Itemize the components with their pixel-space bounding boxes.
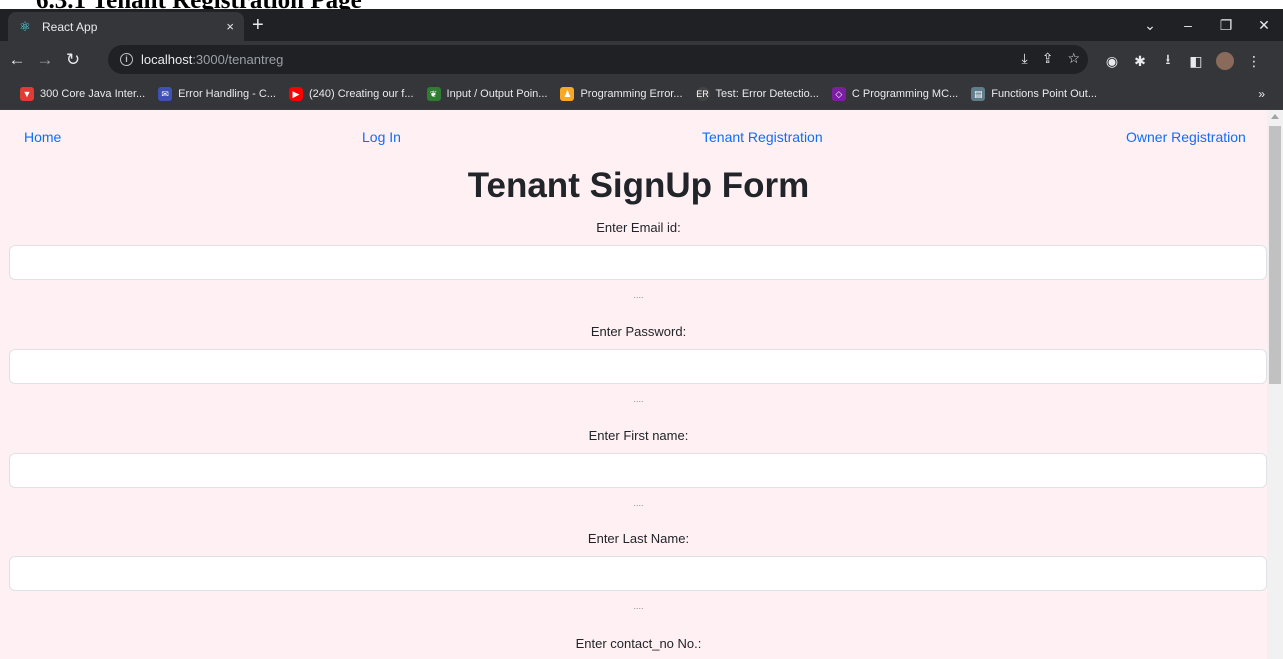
email-hint: .... [633, 290, 644, 300]
bookmark-label: Error Handling - C... [178, 87, 276, 100]
browser-tab[interactable]: ⚛ React App × [8, 12, 244, 41]
site-info-icon[interactable]: i [120, 53, 133, 66]
bookmark-item[interactable]: ♟ Programming Error... [560, 86, 683, 101]
youtube-icon: ▶ [288, 86, 303, 101]
er-icon: ER [695, 86, 710, 101]
bookmark-label: Programming Error... [580, 87, 683, 100]
email-field[interactable] [9, 245, 1267, 280]
address-url: localhost:3000/tenantreg [141, 52, 283, 67]
puzzle-icon[interactable]: ✱ [1132, 53, 1148, 70]
last-name-field[interactable] [9, 556, 1267, 591]
bookmark-label: 300 Core Java Inter... [40, 87, 146, 100]
bookmark-icon: ❦ [426, 86, 441, 101]
bookmark-label: Input / Output Poin... [446, 87, 548, 100]
password-field[interactable] [9, 349, 1267, 384]
tab-search-icon[interactable]: ⌄ [1131, 17, 1169, 34]
forward-arrow-icon[interactable]: → [34, 50, 56, 70]
new-tab-button[interactable]: + [252, 15, 264, 35]
url-host: localhost [141, 52, 193, 67]
document-heading: 6.3.1 Tenant Registration Page [0, 0, 1283, 9]
bookmark-item[interactable]: ✉ Error Handling - C... [158, 86, 276, 101]
page-viewport: Home Log In Tenant Registration Owner Re… [0, 110, 1267, 659]
browser-toolbar: ← → ↻ i localhost:3000/tenantreg ⤓ ⇪ ☆ ◉… [0, 41, 1283, 78]
url-path: :3000/tenantreg [192, 52, 284, 67]
extension-g-icon[interactable]: ◉ [1104, 53, 1120, 70]
bookmark-icon: ✉ [158, 86, 173, 101]
password-hint: .... [633, 394, 644, 404]
last-name-label: Enter Last Name: [587, 531, 690, 546]
close-tab-icon[interactable]: × [226, 19, 234, 34]
nav-link-tenant-registration[interactable]: Tenant Registration [702, 129, 823, 145]
tab-title: React App [42, 19, 98, 34]
install-app-icon[interactable]: ⤓ [1022, 50, 1028, 67]
bookmarks-bar: ▼ 300 Core Java Inter... ✉ Error Handling … [0, 78, 1283, 110]
bookmarks-overflow-icon[interactable]: » [1258, 87, 1265, 101]
react-icon: ⚛ [19, 18, 31, 34]
scrollbar-thumb[interactable] [1269, 126, 1281, 384]
bookmark-icon: ▤ [971, 86, 986, 101]
bookmark-icon: ▼ [20, 86, 34, 101]
address-bar[interactable]: i localhost:3000/tenantreg ⤓ ⇪ ☆ [108, 45, 1088, 74]
first-name-hint: .... [633, 498, 644, 508]
bookmark-item[interactable]: ◇ C Programming MC... [831, 86, 959, 101]
window-controls: ⌄ – ❐ ✕ [1131, 9, 1283, 41]
bookmark-icon: ◇ [831, 86, 846, 101]
minimize-icon[interactable]: – [1169, 17, 1207, 33]
extension-icons: ◉ ✱ ⭳ ◧ ⋮ [1104, 49, 1262, 73]
bookmark-label: C Programming MC... [851, 87, 959, 100]
email-label: Enter Email id: [596, 220, 681, 235]
document-heading-text: 6.3.1 Tenant Registration Page [36, 0, 362, 9]
menu-kebab-icon[interactable]: ⋮ [1246, 53, 1262, 70]
reload-icon[interactable]: ↻ [62, 50, 84, 70]
top-navigation: Home Log In Tenant Registration Owner Re… [0, 110, 1267, 164]
screen: 6.3.1 Tenant Registration Page ⚛ React A… [0, 0, 1283, 659]
bookmark-label: Test: Error Detectio... [715, 87, 819, 100]
first-name-label: Enter First name: [588, 428, 689, 443]
nav-link-login[interactable]: Log In [362, 129, 401, 145]
bookmark-label: (240) Creating our f... [308, 87, 414, 100]
nav-link-owner-registration[interactable]: Owner Registration [1126, 129, 1246, 145]
contact-no-label: Enter contact_no No.: [575, 636, 702, 651]
profile-avatar[interactable] [1216, 52, 1234, 70]
restore-icon[interactable]: ❐ [1207, 17, 1245, 34]
bookmark-star-icon[interactable]: ☆ [1067, 50, 1080, 67]
bookmark-item[interactable]: ▶ (240) Creating our f... [288, 86, 414, 101]
bookmark-icon: ♟ [560, 86, 575, 101]
last-name-hint: .... [633, 601, 644, 611]
bookmark-item[interactable]: ER Test: Error Detectio... [695, 86, 819, 101]
back-arrow-icon[interactable]: ← [6, 50, 28, 70]
browser-tab-strip: ⚛ React App × + ⌄ – ❐ ✕ [0, 9, 1283, 41]
first-name-field[interactable] [9, 453, 1267, 488]
bookmark-item[interactable]: ❦ Input / Output Poin... [426, 86, 548, 101]
side-panel-icon[interactable]: ◧ [1188, 53, 1204, 70]
download-icon[interactable]: ⭳ [1160, 49, 1176, 73]
scroll-up-arrow-icon[interactable] [1271, 114, 1279, 119]
bookmark-item[interactable]: ▼ 300 Core Java Inter... [20, 86, 146, 101]
address-bar-actions: ⤓ ⇪ ☆ [1022, 50, 1081, 67]
page-scrollbar[interactable] [1267, 110, 1283, 659]
password-label: Enter Password: [590, 324, 687, 339]
share-icon[interactable]: ⇪ [1042, 50, 1054, 67]
nav-link-home[interactable]: Home [24, 129, 61, 145]
bookmark-item[interactable]: ▤ Functions Point Out... [971, 86, 1097, 101]
close-window-icon[interactable]: ✕ [1245, 17, 1283, 34]
bookmark-label: Functions Point Out... [991, 87, 1097, 100]
page-title: Tenant SignUp Form [467, 166, 810, 205]
